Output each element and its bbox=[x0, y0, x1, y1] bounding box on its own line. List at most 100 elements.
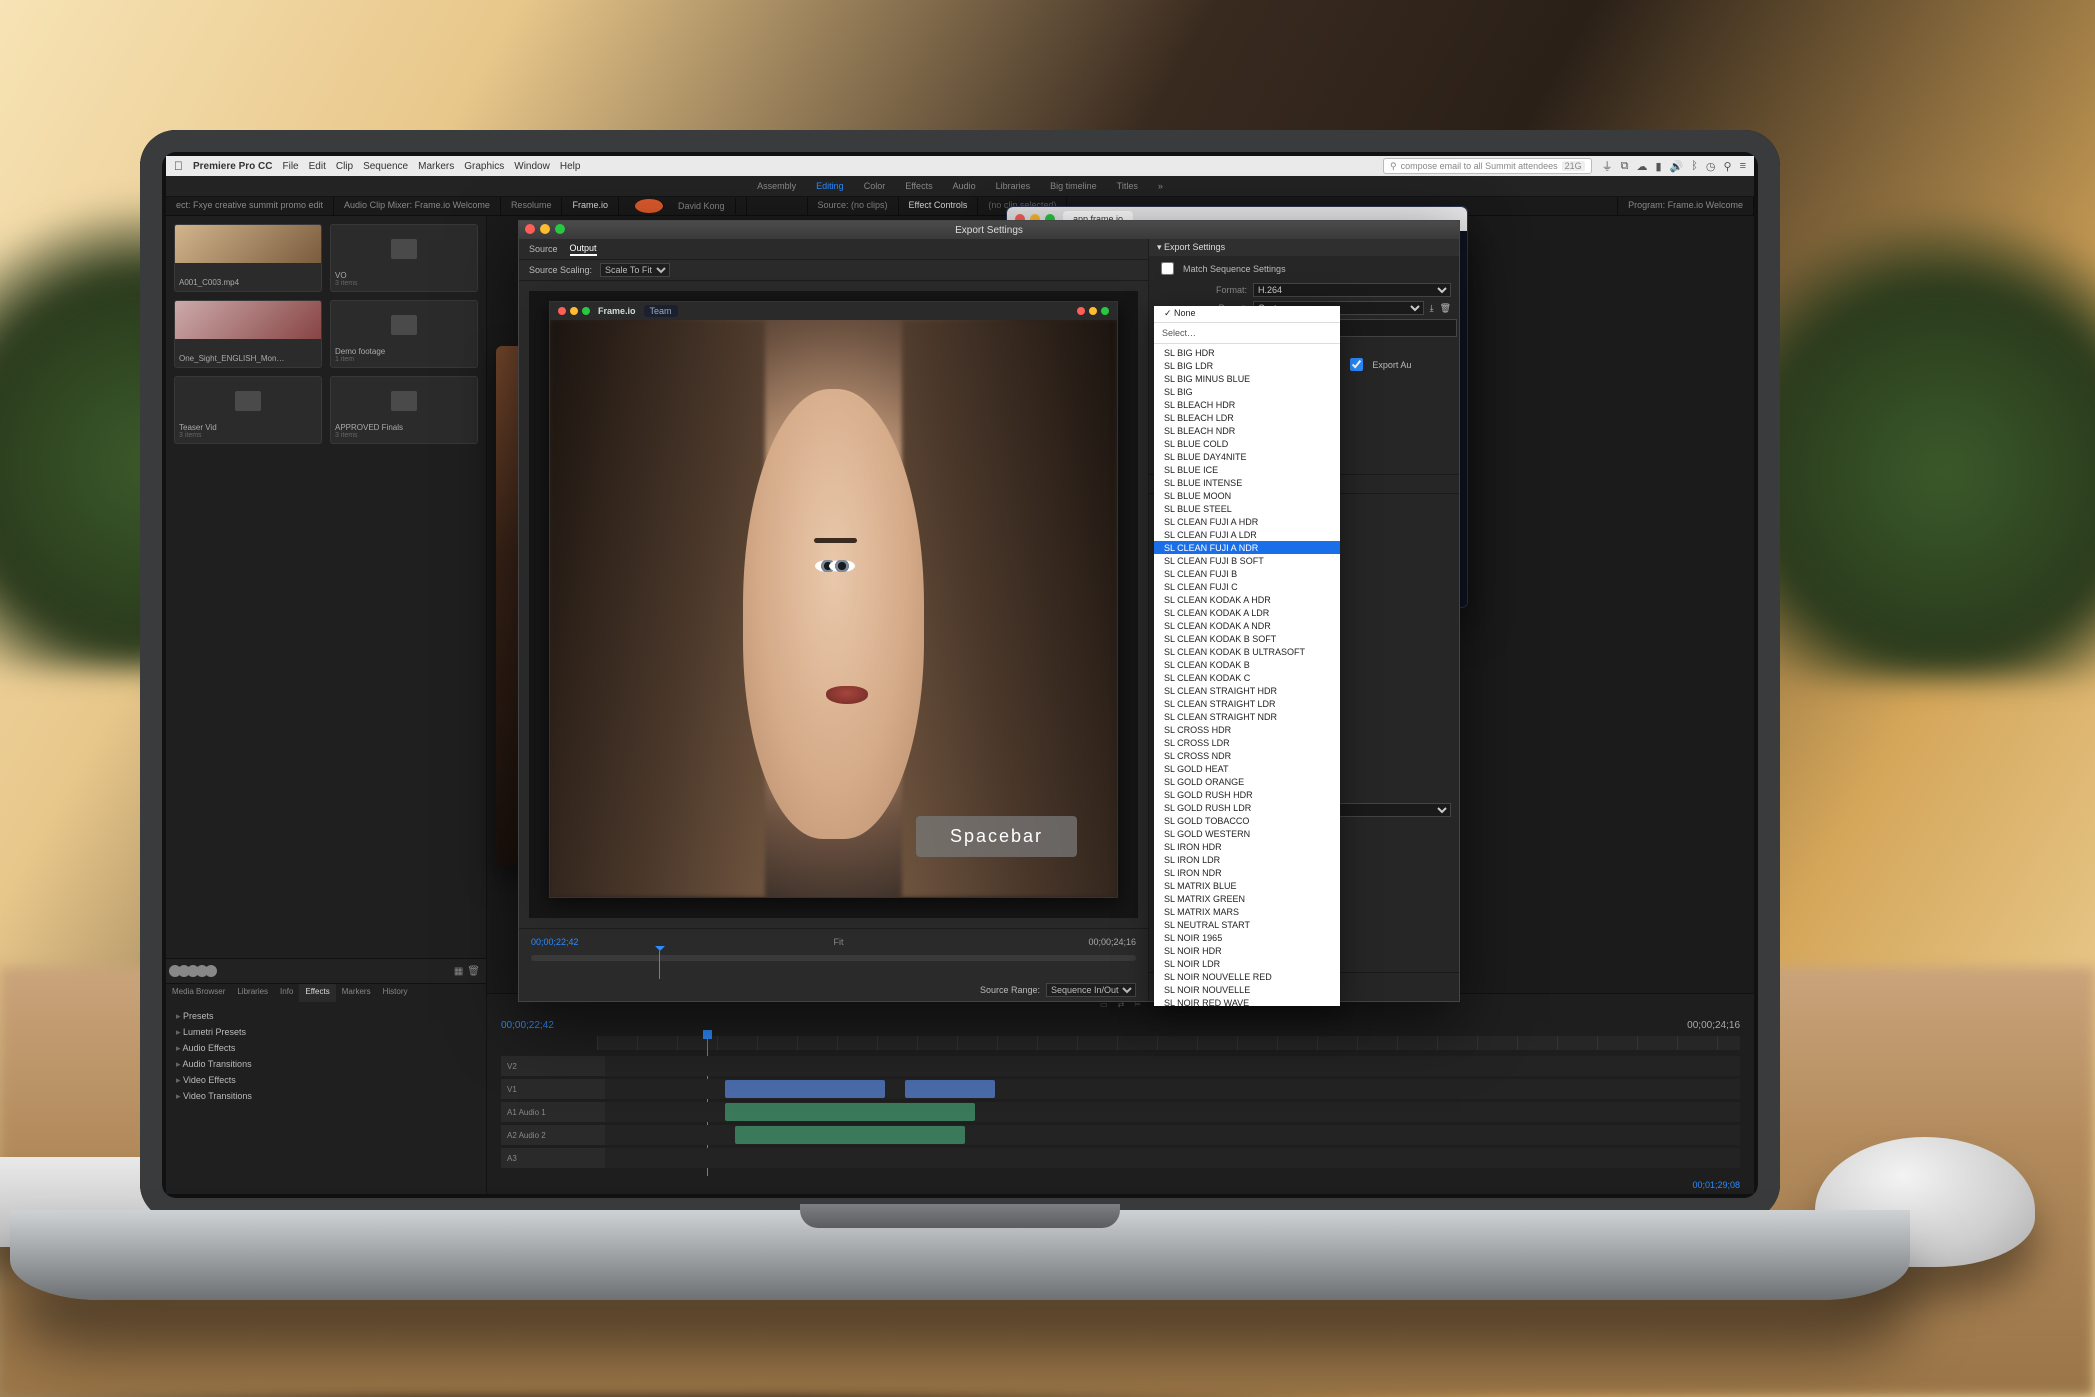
preset-option[interactable]: SL IRON HDR bbox=[1154, 840, 1340, 853]
track-lane[interactable] bbox=[605, 1079, 1740, 1099]
project-bin[interactable]: Teaser Vid3 items bbox=[174, 376, 322, 444]
section-export-settings[interactable]: ▾ Export Settings bbox=[1149, 239, 1459, 256]
effects-category[interactable]: Audio Transitions bbox=[176, 1056, 476, 1072]
track-lane[interactable] bbox=[605, 1125, 1740, 1145]
project-bin[interactable]: VO3 items bbox=[330, 224, 478, 292]
minimize-icon[interactable] bbox=[540, 224, 550, 234]
effects-category[interactable]: Presets bbox=[176, 1008, 476, 1024]
workspace-libraries[interactable]: Libraries bbox=[996, 181, 1031, 191]
player-titlebar[interactable]: Frame.io Team bbox=[550, 302, 1117, 320]
tab-source[interactable]: Source bbox=[529, 244, 558, 254]
preset-option[interactable]: SL NOIR NOUVELLE bbox=[1154, 983, 1340, 996]
frameio-player-overlay[interactable]: Frame.io Team bbox=[549, 301, 1118, 898]
preset-option[interactable]: SL GOLD WESTERN bbox=[1154, 827, 1340, 840]
avatar[interactable] bbox=[205, 965, 217, 977]
lower-tab-effects[interactable]: Effects bbox=[299, 984, 335, 1002]
preset-option[interactable]: SL CLEAN KODAK B ULTRASOFT bbox=[1154, 645, 1340, 658]
lower-tab-history[interactable]: History bbox=[377, 984, 414, 1002]
preset-option-none[interactable]: None bbox=[1154, 306, 1340, 320]
preset-option[interactable]: SL CLEAN STRAIGHT LDR bbox=[1154, 697, 1340, 710]
preset-option[interactable]: SL MATRIX BLUE bbox=[1154, 879, 1340, 892]
preset-option[interactable]: SL CLEAN FUJI A NDR bbox=[1154, 541, 1340, 554]
preset-option[interactable]: SL BLUE DAY4NITE bbox=[1154, 450, 1340, 463]
zoom-icon[interactable] bbox=[582, 307, 590, 315]
preset-option[interactable]: SL CROSS LDR bbox=[1154, 736, 1340, 749]
player-canvas[interactable]: Spacebar bbox=[550, 320, 1117, 897]
mac-menu-edit[interactable]: Edit bbox=[309, 161, 326, 172]
zoom-icon[interactable] bbox=[1101, 307, 1109, 315]
player-team-label[interactable]: Team bbox=[644, 305, 678, 317]
spotlight-icon[interactable]: ⚲ bbox=[1724, 160, 1732, 173]
app-name[interactable]: Premiere Pro CC bbox=[193, 161, 272, 172]
track-lane[interactable] bbox=[605, 1056, 1740, 1076]
preset-option[interactable]: SL GOLD ORANGE bbox=[1154, 775, 1340, 788]
volume-icon[interactable]: 🔊 bbox=[1670, 160, 1684, 173]
preset-option[interactable]: SL CROSS NDR bbox=[1154, 749, 1340, 762]
preset-option[interactable]: SL CLEAN FUJI B SOFT bbox=[1154, 554, 1340, 567]
battery-icon[interactable]: ▮ bbox=[1656, 160, 1662, 173]
track-header[interactable]: A1 Audio 1 bbox=[501, 1102, 605, 1122]
preset-option[interactable]: SL MATRIX MARS bbox=[1154, 905, 1340, 918]
lower-tab-libraries[interactable]: Libraries bbox=[231, 984, 274, 1002]
preset-option[interactable]: SL CLEAN KODAK A LDR bbox=[1154, 606, 1340, 619]
timeline-clip[interactable] bbox=[725, 1103, 975, 1121]
track-lane[interactable] bbox=[605, 1148, 1740, 1168]
workspace-effects[interactable]: Effects bbox=[905, 181, 932, 191]
tab-program[interactable]: Program: Frame.io Welcome bbox=[1618, 197, 1754, 215]
effects-category[interactable]: Audio Effects bbox=[176, 1040, 476, 1056]
preset-option[interactable]: SL NOIR RED WAVE bbox=[1154, 996, 1340, 1006]
zoom-icon[interactable] bbox=[555, 224, 565, 234]
track-header[interactable]: A3 bbox=[501, 1148, 605, 1168]
project-bin[interactable]: A001_C003.mp4 bbox=[174, 224, 322, 292]
workspace-big-timeline[interactable]: Big timeline bbox=[1050, 181, 1097, 191]
scrub-track[interactable] bbox=[531, 955, 1136, 961]
frameio-user[interactable]: David Kong bbox=[625, 197, 747, 215]
scrub-playhead[interactable] bbox=[659, 951, 660, 979]
preset-option[interactable]: SL BIG HDR bbox=[1154, 346, 1340, 359]
preset-option[interactable]: SL GOLD HEAT bbox=[1154, 762, 1340, 775]
track-header[interactable]: V1 bbox=[501, 1079, 605, 1099]
preset-option[interactable]: SL MATRIX GREEN bbox=[1154, 892, 1340, 905]
preset-option[interactable]: SL CROSS HDR bbox=[1154, 723, 1340, 736]
mac-menu-file[interactable]: File bbox=[282, 161, 298, 172]
cloud-icon[interactable]: ☁ bbox=[1637, 160, 1648, 173]
close-icon[interactable] bbox=[558, 307, 566, 315]
workspace-audio[interactable]: Audio bbox=[953, 181, 976, 191]
close-icon[interactable] bbox=[1077, 307, 1085, 315]
preset-option[interactable]: SL CLEAN FUJI A LDR bbox=[1154, 528, 1340, 541]
preset-dropdown-menu[interactable]: None Select… SL BIG HDRSL BIG LDRSL BIG … bbox=[1154, 306, 1340, 1006]
project-bin[interactable]: APPROVED Finals3 items bbox=[330, 376, 478, 444]
track-lane[interactable] bbox=[605, 1102, 1740, 1122]
match-sequence-checkbox[interactable] bbox=[1161, 262, 1174, 275]
preset-option[interactable]: SL CLEAN STRAIGHT NDR bbox=[1154, 710, 1340, 723]
timeline-ruler[interactable] bbox=[597, 1036, 1740, 1050]
preset-option[interactable]: SL CLEAN KODAK A NDR bbox=[1154, 619, 1340, 632]
export-audio-checkbox[interactable] bbox=[1350, 358, 1363, 371]
preset-option[interactable]: SL IRON LDR bbox=[1154, 853, 1340, 866]
workspace-assembly[interactable]: Assembly bbox=[757, 181, 796, 191]
lower-tab-info[interactable]: Info bbox=[274, 984, 299, 1002]
scrub-in-timecode[interactable]: 00;00;22;42 bbox=[531, 937, 579, 947]
preset-option[interactable]: SL CLEAN STRAIGHT HDR bbox=[1154, 684, 1340, 697]
spotlight-search[interactable]: ⚲ compose email to all Summit attendees … bbox=[1383, 158, 1592, 174]
trash-icon[interactable]: 🗑 bbox=[467, 966, 480, 977]
preset-option[interactable]: SL NOIR 1965 bbox=[1154, 931, 1340, 944]
scaling-select[interactable]: Scale To Fit bbox=[600, 263, 670, 277]
effects-category[interactable]: Video Transitions bbox=[176, 1088, 476, 1104]
preset-option[interactable]: SL BIG bbox=[1154, 385, 1340, 398]
preset-option[interactable]: SL CLEAN KODAK C bbox=[1154, 671, 1340, 684]
timeline-playhead-timecode[interactable]: 00;00;22;42 bbox=[501, 1020, 554, 1031]
track-header[interactable]: A2 Audio 2 bbox=[501, 1125, 605, 1145]
preset-option[interactable]: SL BLUE STEEL bbox=[1154, 502, 1340, 515]
notification-icon[interactable]: ≡ bbox=[1740, 160, 1746, 172]
track-header[interactable]: V2 bbox=[501, 1056, 605, 1076]
clock-icon[interactable]: ◷ bbox=[1706, 160, 1716, 173]
preset-option[interactable]: SL GOLD RUSH LDR bbox=[1154, 801, 1340, 814]
close-icon[interactable] bbox=[525, 224, 535, 234]
bluetooth-icon[interactable]: ᛒ bbox=[1691, 160, 1698, 172]
preset-select-header[interactable]: Select… bbox=[1154, 325, 1340, 341]
effects-category[interactable]: Lumetri Presets bbox=[176, 1024, 476, 1040]
source-range-select[interactable]: Sequence In/Out bbox=[1046, 983, 1136, 997]
preset-option[interactable]: SL BLUE COLD bbox=[1154, 437, 1340, 450]
mac-menu-sequence[interactable]: Sequence bbox=[363, 161, 408, 172]
